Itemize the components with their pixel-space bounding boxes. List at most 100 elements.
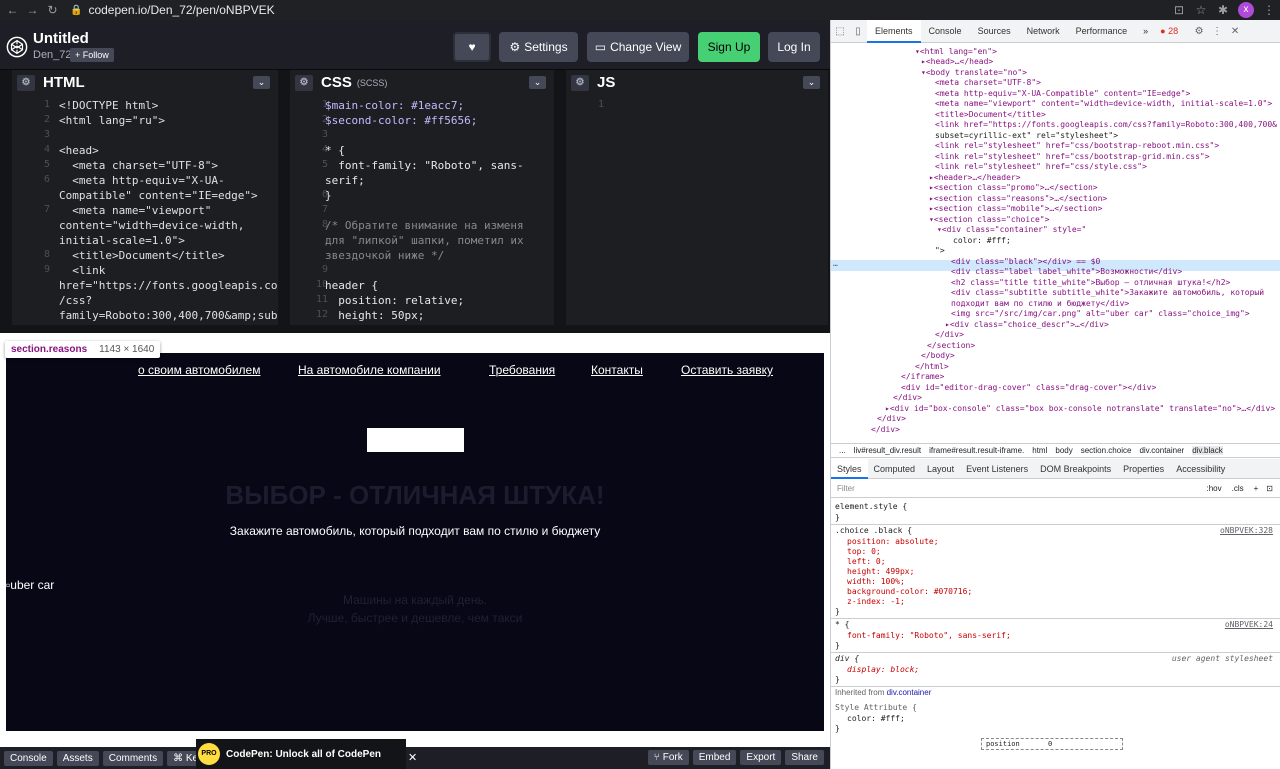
dom-node-line[interactable]: ▸<div class="choice_descr">…</div> <box>945 320 1109 329</box>
pen-title[interactable]: Untitled <box>33 30 89 47</box>
breadcrumb-item[interactable]: div.black <box>1192 446 1223 455</box>
class-toggle[interactable]: .cls <box>1232 484 1244 493</box>
device-toolbar-icon[interactable]: ▯ <box>849 26 867 37</box>
style-rule-selector[interactable]: * { <box>835 620 849 629</box>
dom-node-line[interactable]: ▾<div class="container" style=" <box>937 225 1086 234</box>
style-rule-selector[interactable]: Style Attribute { <box>835 703 917 712</box>
style-property[interactable]: background-color: #070716; <box>847 587 972 596</box>
nav-link[interactable]: о своим автомобилем <box>138 363 260 377</box>
dom-node-line[interactable]: ▾<section class="choice"> <box>929 215 1049 224</box>
pane-resizer[interactable] <box>278 70 290 325</box>
comments-button[interactable]: Comments <box>102 750 164 766</box>
style-property[interactable]: top: 0; <box>847 547 881 556</box>
nav-link[interactable]: Контакты <box>591 363 643 377</box>
style-line[interactable]: } <box>835 724 840 733</box>
pen-author[interactable]: Den_72 <box>33 49 72 61</box>
style-source-link[interactable]: oNBPVEK:24 <box>1225 620 1273 629</box>
dom-node-line[interactable]: ▸<section class="mobile">…</section> <box>929 204 1102 213</box>
breadcrumb-item[interactable]: div.container <box>1139 446 1184 455</box>
dom-node-line[interactable]: </html> <box>915 362 949 371</box>
dom-node-line[interactable]: <title>Document</title> <box>935 110 1046 119</box>
dom-node-line[interactable]: </div> <box>893 393 922 402</box>
fork-button[interactable]: ⑂ Fork <box>647 750 689 765</box>
star-icon[interactable]: ☆ <box>1190 3 1212 17</box>
dom-node-line[interactable]: </iframe> <box>901 372 944 381</box>
forward-icon[interactable]: → <box>25 3 40 17</box>
style-line[interactable]: } <box>835 607 840 616</box>
style-property[interactable]: position: absolute; <box>847 537 939 546</box>
html-code-editor[interactable]: 1 <!DOCTYPE html> 2 <html lang="ru"> 3 4 <head… <box>12 96 278 325</box>
tab-performance[interactable]: Performance <box>1068 20 1136 43</box>
breadcrumb-item[interactable]: liv#result_div.result <box>854 446 921 455</box>
style-rule-selector[interactable]: div { <box>835 654 859 663</box>
style-property[interactable]: color: #fff; <box>847 714 905 723</box>
styles-subtab[interactable]: Computed <box>868 459 922 479</box>
breadcrumb-item[interactable]: html <box>1032 446 1047 455</box>
settings-button[interactable]: ⚙ Settings <box>499 32 578 62</box>
share-button[interactable]: Share <box>785 750 824 765</box>
dom-node-line[interactable]: <link rel="stylesheet" href="css/style.c… <box>935 162 1147 171</box>
style-line[interactable]: } <box>835 675 840 684</box>
breadcrumb-item[interactable]: section.choice <box>1081 446 1132 455</box>
pro-promo-banner[interactable]: PRO CodePen: Unlock all of CodePen <box>196 739 406 769</box>
dom-node-line[interactable]: subset=cyrillic-ext" rel="stylesheet"> <box>935 131 1118 140</box>
dom-node-line[interactable]: <!DOCTYPE html> <box>909 43 981 45</box>
dom-node-line[interactable]: ▾<html lang="en"> <box>915 47 997 56</box>
css-code-editor[interactable]: 1 $main-color: #1eacc7; 2 $second-color: #f… <box>290 96 554 325</box>
dom-node-line[interactable]: </div> <box>871 425 900 434</box>
chevron-down-icon[interactable]: ⌄ <box>529 76 546 89</box>
styles-subtab[interactable]: DOM Breakpoints <box>1034 459 1117 479</box>
styles-subtab[interactable]: Layout <box>921 459 960 479</box>
styles-subtab[interactable]: Accessibility <box>1170 459 1231 479</box>
breadcrumb-item[interactable]: iframe#result.result-iframe. <box>929 446 1024 455</box>
style-rule-selector[interactable]: element.style { <box>835 502 907 511</box>
dom-node-line[interactable]: <meta charset="UTF-8"> <box>935 78 1041 87</box>
dom-node-line[interactable]: подходит вам по стилю и бюджету</div> <box>951 299 1129 308</box>
dom-node-line[interactable]: <meta http-equiv="X-UA-Compatible" conte… <box>935 89 1190 98</box>
style-source-link[interactable]: user agent stylesheet <box>1172 654 1273 663</box>
dom-node-line[interactable]: <link rel="stylesheet" href="css/bootstr… <box>935 152 1210 161</box>
style-property[interactable]: left: 0; <box>847 557 886 566</box>
style-line[interactable]: } <box>835 513 840 522</box>
codepen-logo-icon[interactable] <box>6 36 28 58</box>
log-in-button[interactable]: Log In <box>768 32 820 62</box>
console-button[interactable]: Console <box>4 750 53 766</box>
dom-node-line[interactable]: <div class="black"></div> == $0 <box>951 257 1100 266</box>
dom-node-line[interactable]: <link rel="stylesheet" href="css/bootstr… <box>935 141 1219 150</box>
js-code-editor[interactable]: 1 <box>566 96 828 325</box>
pane-resizer[interactable] <box>0 70 12 325</box>
dom-node-line[interactable]: <h2 class="title title_white">Выбор – от… <box>951 278 1230 287</box>
styles-filter-input[interactable]: Filter <box>837 484 1207 493</box>
menu-icon[interactable]: ⋮ <box>1258 3 1280 17</box>
dom-node-line[interactable]: <meta name="viewport" content="width=dev… <box>935 99 1272 108</box>
tab-elements[interactable]: Elements <box>867 19 921 43</box>
dom-node-line[interactable]: <div class="label label_white">Возможнос… <box>951 267 1182 276</box>
reload-icon[interactable]: ↻ <box>45 3 60 17</box>
dom-node-line[interactable]: ▸<section class="promo">…</section> <box>929 183 1098 192</box>
style-property[interactable]: width: 100%; <box>847 577 905 586</box>
style-property[interactable]: z-index: -1; <box>847 597 905 606</box>
more-tabs-icon[interactable]: » <box>1135 20 1156 43</box>
tab-console[interactable]: Console <box>921 20 970 43</box>
style-rule-selector[interactable]: .choice .black { <box>835 526 912 535</box>
dom-node-line[interactable]: ▸<head>…</head> <box>921 57 993 66</box>
style-source-link[interactable]: oNBPVEK:328 <box>1220 526 1273 535</box>
inherited-selector[interactable]: div.container <box>887 688 932 697</box>
dom-tree[interactable]: <!DOCTYPE html> ▾<html lang="en">▸<head>…… <box>831 43 1280 441</box>
gear-icon[interactable]: ⚙ <box>295 74 313 91</box>
back-icon[interactable]: ← <box>5 3 20 17</box>
gear-icon[interactable]: ⚙ <box>1190 26 1208 37</box>
styles-subtab[interactable]: Event Listeners <box>960 459 1034 479</box>
dom-node-line[interactable]: ▾<body translate="no"> <box>921 68 1027 77</box>
love-button[interactable]: ♥ <box>453 32 491 62</box>
gear-icon[interactable]: ⚙ <box>17 74 35 91</box>
inspect-element-icon[interactable]: ⬚ <box>831 26 849 37</box>
dom-node-line[interactable]: <link href="https://fonts.googleapis.com… <box>935 120 1277 129</box>
address-bar[interactable]: 🔒 codepen.io/Den_72/pen/oNBPVEK <box>70 3 1168 17</box>
follow-button[interactable]: + Follow <box>70 48 114 62</box>
dom-node-line[interactable]: <img src="/src/img/car.png" alt="uber ca… <box>951 309 1250 318</box>
nav-link[interactable]: Требования <box>489 363 555 377</box>
dom-node-line[interactable]: <div class="subtitle subtitle_white">Зак… <box>951 288 1264 297</box>
style-line[interactable]: } <box>835 641 840 650</box>
dom-node-line[interactable]: "> <box>935 246 945 255</box>
